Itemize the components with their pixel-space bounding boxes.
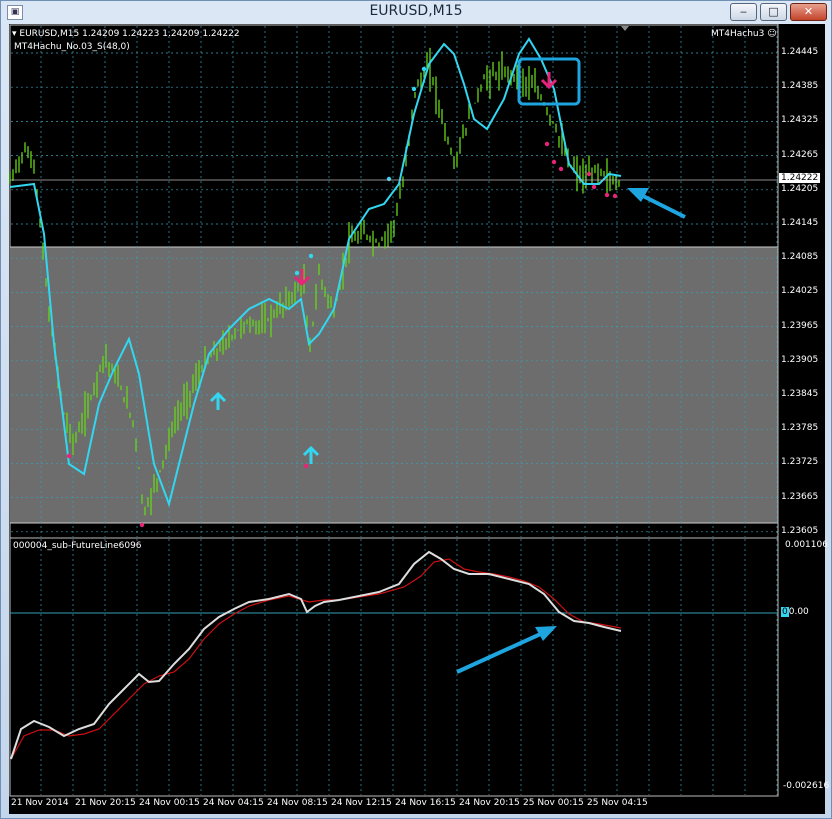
close-icon: ✕: [803, 5, 814, 18]
price-tick-label: 1.24445: [781, 47, 819, 57]
sub-indicator-name: 000004_sub-FutureLine6096: [13, 541, 142, 551]
gray-zone-rectangle: [10, 247, 778, 523]
restore-button[interactable]: □: [760, 3, 787, 21]
close-button[interactable]: ✕: [790, 3, 827, 21]
sub-level-label: 00.00: [781, 607, 809, 617]
window-title: EURUSD,M15: [369, 3, 463, 19]
sub-pane[interactable]: [9, 537, 779, 797]
price-tick-label: 1.24265: [781, 149, 819, 160]
price-tick-label: 1.24385: [781, 81, 819, 92]
level-badge: 0: [781, 607, 789, 617]
title-bar[interactable]: ▣ EURUSD,M15 ‒ □ ✕: [1, 1, 831, 23]
minimize-button[interactable]: ‒: [730, 3, 757, 21]
price-tick-label: 1.24025: [781, 286, 819, 297]
price-tick-label: 1.24085: [781, 252, 819, 263]
price-tick-label: 1.23965: [781, 320, 819, 331]
time-tick-label: 25 Nov 04:15: [587, 798, 648, 808]
indicator-name: MT4Hachu_No.03_S(48,0): [14, 42, 130, 52]
time-tick-label: 25 Nov 00:15: [523, 798, 584, 808]
price-tick-label: 1.23845: [781, 389, 819, 399]
price-tick-label: 1.23725: [781, 457, 819, 468]
time-tick-label: 24 Nov 20:15: [459, 798, 520, 808]
current-price-tag: 1.24222: [779, 173, 821, 183]
time-tick-label: 21 Nov 20:15: [75, 798, 136, 808]
time-tick-label: 24 Nov 16:15: [395, 798, 456, 808]
price-tick-label: 1.24205: [781, 183, 819, 194]
sub-axis-bottom: -0.002616: [783, 781, 830, 791]
price-tick-label: 1.23905: [781, 354, 819, 365]
price-tick-label: 1.23605: [781, 525, 819, 536]
chart-canvas[interactable]: [9, 24, 825, 814]
price-tick-label: 1.24325: [781, 115, 819, 126]
time-tick-label: 24 Nov 12:15: [331, 798, 392, 808]
sub-axis-top: 0.001106: [785, 540, 828, 550]
minimize-icon: ‒: [740, 5, 747, 18]
price-tick-label: 1.23785: [781, 423, 819, 434]
time-tick-label: 21 Nov 2014: [11, 798, 69, 808]
symbol-header: ▾ EURUSD,M15 1.24209 1.24223 1.24209 1.2…: [12, 29, 240, 39]
ea-name-label: MT4Hachu3 ☺: [711, 29, 777, 39]
time-tick-label: 24 Nov 00:15: [139, 798, 200, 808]
price-tick-label: 1.23665: [781, 491, 819, 502]
time-tick-label: 24 Nov 08:15: [267, 798, 328, 808]
chart-window: ▣ EURUSD,M15 ‒ □ ✕ ▾ EURUSD,M15 1.24209 …: [0, 0, 832, 819]
restore-icon: □: [768, 5, 779, 18]
price-tick-label: 1.24145: [781, 218, 819, 228]
chart-area[interactable]: ▾ EURUSD,M15 1.24209 1.24223 1.24209 1.2…: [9, 24, 829, 814]
time-tick-label: 24 Nov 04:15: [203, 798, 264, 808]
